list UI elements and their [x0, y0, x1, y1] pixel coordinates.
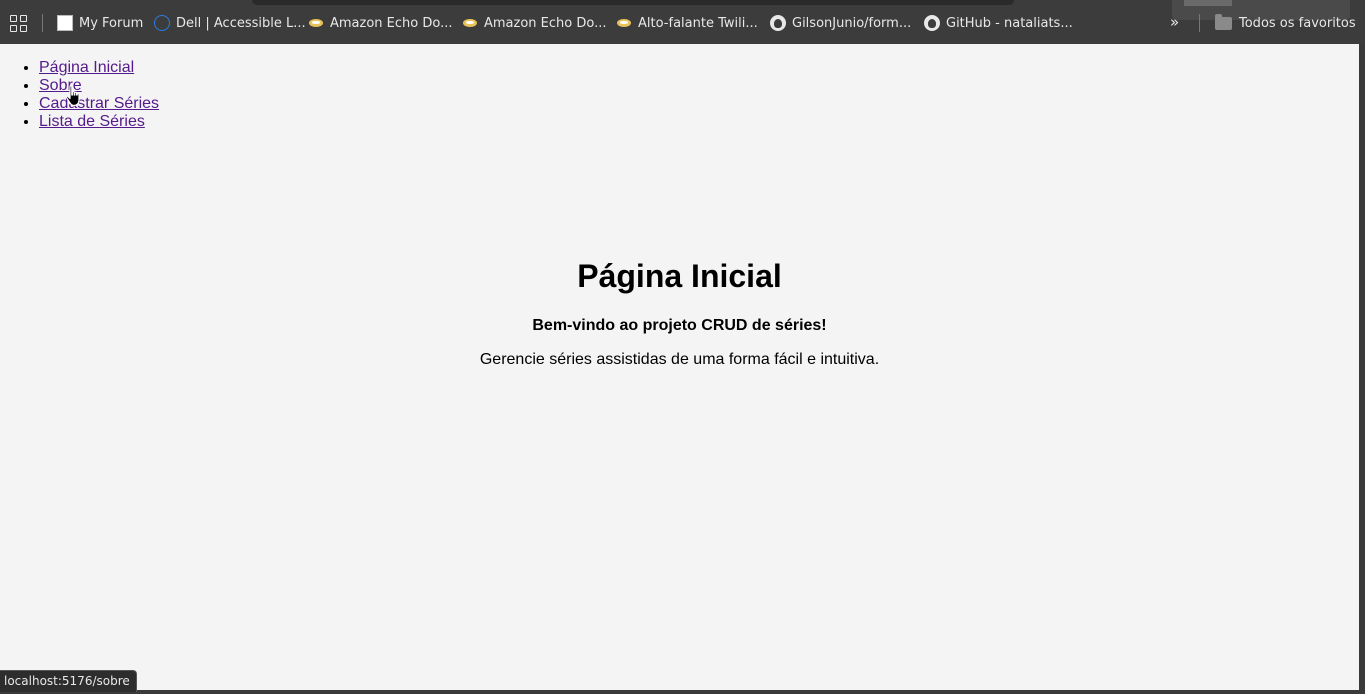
nav-item-about: Sobre — [39, 77, 159, 95]
all-bookmarks-folder[interactable]: Todos os favoritos — [1215, 13, 1356, 33]
github-icon — [770, 15, 786, 31]
welcome-text: Bem-vindo ao projeto CRUD de séries! — [532, 317, 827, 334]
main-nav: Página Inicial Sobre Cadastrar Séries Li… — [39, 59, 159, 131]
page-title: Página Inicial — [577, 258, 782, 294]
amazon-icon — [462, 15, 478, 31]
bookmark-label: GilsonJunio/form... — [792, 15, 912, 31]
forum-icon — [57, 15, 73, 31]
bookmark-amazon-echo-2[interactable]: Amazon Echo Do... — [462, 13, 607, 33]
window-border-bottom — [0, 690, 1365, 694]
amazon-icon — [308, 15, 324, 31]
bookmarks-bar: My Forum Dell | Accessible L... Amazon E… — [0, 0, 1365, 44]
bookmark-label: Amazon Echo Do... — [330, 15, 453, 31]
bookmarks-separator — [42, 14, 43, 32]
bookmark-amazon-echo-1[interactable]: Amazon Echo Do... — [308, 13, 453, 33]
bookmark-label: GitHub - nataliats... — [946, 15, 1073, 31]
nav-item-home: Página Inicial — [39, 59, 159, 77]
nav-link-register-series[interactable]: Cadastrar Séries — [39, 95, 159, 112]
bookmark-gilsonjunio[interactable]: GilsonJunio/form... — [770, 13, 911, 33]
apps-grid-icon[interactable] — [10, 15, 27, 32]
bookmark-my-forum[interactable]: My Forum — [57, 13, 143, 33]
folder-icon — [1215, 13, 1232, 30]
github-icon — [924, 15, 940, 31]
all-bookmarks-label: Todos os favoritos — [1239, 15, 1356, 31]
bookmark-label: My Forum — [79, 15, 144, 31]
more-bookmarks-icon[interactable]: » — [1170, 13, 1179, 31]
bookmarks-separator — [1199, 14, 1200, 32]
hand-pointer-icon — [65, 85, 80, 107]
description-text: Gerencie séries assistidas de uma forma … — [479, 351, 880, 368]
bookmark-label: Dell | Accessible L... — [176, 15, 306, 31]
link-status-bubble: localhost:5176/sobre — [0, 670, 137, 692]
nav-item-register-series: Cadastrar Séries — [39, 95, 159, 113]
bookmark-alto-falante[interactable]: Alto-falante Twili... — [616, 13, 758, 33]
nav-link-series-list[interactable]: Lista de Séries — [39, 113, 145, 130]
window-top-strip — [252, 0, 1014, 5]
bookmark-label: Amazon Echo Do... — [484, 15, 607, 31]
nav-item-series-list: Lista de Séries — [39, 113, 159, 131]
dell-icon — [154, 15, 170, 31]
bookmark-dell[interactable]: Dell | Accessible L... — [154, 13, 306, 33]
page-body: Página Inicial Sobre Cadastrar Séries Li… — [0, 44, 1365, 694]
amazon-icon — [616, 15, 632, 31]
window-border-right — [1359, 44, 1365, 694]
nav-link-home[interactable]: Página Inicial — [39, 59, 134, 76]
bookmark-label: Alto-falante Twili... — [638, 15, 758, 31]
main-content: Página Inicial Bem-vindo ao projeto CRUD… — [0, 258, 1359, 369]
bookmark-github-nataliats[interactable]: GitHub - nataliats... — [924, 13, 1073, 33]
